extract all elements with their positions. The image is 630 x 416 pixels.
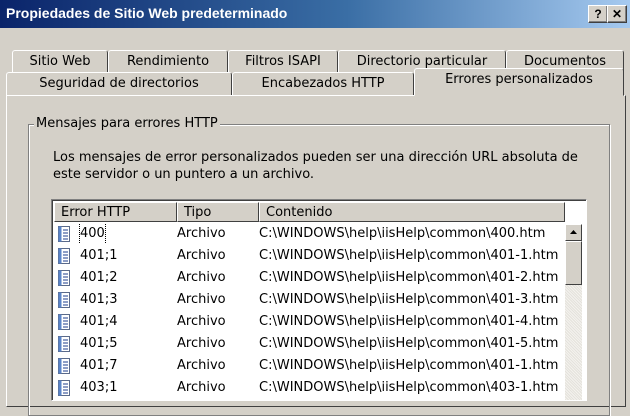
tab-sitio-web[interactable]: Sitio Web [12, 50, 108, 74]
column-header-error[interactable]: Error HTTP [54, 202, 177, 222]
error-content: C:\WINDOWS\help\iisHelp\common\400.htm [259, 226, 546, 241]
error-code: 403;1 [80, 380, 118, 395]
list-item[interactable]: 401;5 Archivo C:\WINDOWS\help\iisHelp\co… [54, 334, 564, 354]
document-icon [58, 270, 70, 286]
error-code: 401;4 [80, 314, 118, 329]
error-content: C:\WINDOWS\help\iisHelp\common\401-4.htm [259, 314, 559, 329]
error-type: Archivo [177, 358, 226, 373]
list-item[interactable]: 401;3 Archivo C:\WINDOWS\help\iisHelp\co… [54, 290, 564, 310]
arrow-up-icon [570, 230, 577, 234]
error-type: Archivo [177, 248, 226, 263]
scroll-thumb[interactable] [565, 241, 582, 285]
window-title: Propiedades de Sitio Web predeterminado [6, 5, 288, 21]
error-content: C:\WINDOWS\help\iisHelp\common\403-1.htm [259, 380, 559, 395]
list-item[interactable]: 403;1 Archivo C:\WINDOWS\help\iisHelp\co… [54, 378, 564, 398]
document-icon [58, 314, 70, 330]
document-icon [58, 292, 70, 308]
error-type: Archivo [177, 270, 226, 285]
scroll-up-button[interactable] [565, 224, 582, 241]
help-button[interactable]: ? [588, 5, 608, 23]
error-content: C:\WINDOWS\help\iisHelp\common\401-1.htm [259, 248, 559, 263]
error-type: Archivo [177, 292, 226, 307]
document-icon [58, 358, 70, 374]
list-item[interactable]: 401;1 Archivo C:\WINDOWS\help\iisHelp\co… [54, 246, 564, 266]
error-code: 400 [79, 224, 106, 244]
error-code: 401;3 [80, 292, 118, 307]
tab-filtros-isapi[interactable]: Filtros ISAPI [228, 50, 338, 74]
close-button[interactable]: ✕ [607, 5, 627, 23]
error-content: C:\WINDOWS\help\iisHelp\common\401-1.htm [259, 358, 559, 373]
tab-errores-personalizados[interactable]: Errores personalizados [414, 68, 624, 96]
tab-rendimiento[interactable]: Rendimiento [108, 50, 228, 74]
title-bar[interactable]: Propiedades de Sitio Web predeterminado … [0, 0, 630, 28]
error-type: Archivo [177, 226, 226, 241]
document-icon [58, 226, 70, 242]
error-code: 401;7 [80, 358, 118, 373]
error-code: 401;1 [80, 248, 118, 263]
list-item[interactable]: 400 Archivo C:\WINDOWS\help\iisHelp\comm… [54, 224, 564, 244]
column-header-contenido[interactable]: Contenido [259, 202, 565, 222]
error-code: 401;5 [80, 336, 118, 351]
list-item[interactable]: 401;2 Archivo C:\WINDOWS\help\iisHelp\co… [54, 268, 564, 288]
error-content: C:\WINDOWS\help\iisHelp\common\401-5.htm [259, 336, 559, 351]
list-item[interactable]: 401;4 Archivo C:\WINDOWS\help\iisHelp\co… [54, 312, 564, 332]
document-icon [58, 336, 70, 352]
error-type: Archivo [177, 336, 226, 351]
column-header-tipo[interactable]: Tipo [177, 202, 259, 222]
error-content: C:\WINDOWS\help\iisHelp\common\401-2.htm [259, 270, 559, 285]
description-text: Los mensajes de error personalizados pue… [53, 150, 578, 182]
error-content: C:\WINDOWS\help\iisHelp\common\401-3.htm [259, 292, 559, 307]
error-type: Archivo [177, 380, 226, 395]
document-icon [58, 248, 70, 264]
error-type: Archivo [177, 314, 226, 329]
error-code: 401;2 [80, 270, 118, 285]
group-label: Mensajes para errores HTTP [34, 116, 220, 131]
error-list[interactable]: Error HTTP Tipo Contenido 400 Archivo C:… [51, 199, 587, 401]
tab-seguridad-de-directorios[interactable]: Seguridad de directorios [6, 72, 232, 96]
vertical-scrollbar[interactable] [565, 224, 582, 400]
list-item[interactable]: 401;7 Archivo C:\WINDOWS\help\iisHelp\co… [54, 356, 564, 376]
tab-encabezados-http[interactable]: Encabezados HTTP [232, 72, 414, 96]
document-icon [58, 380, 70, 396]
